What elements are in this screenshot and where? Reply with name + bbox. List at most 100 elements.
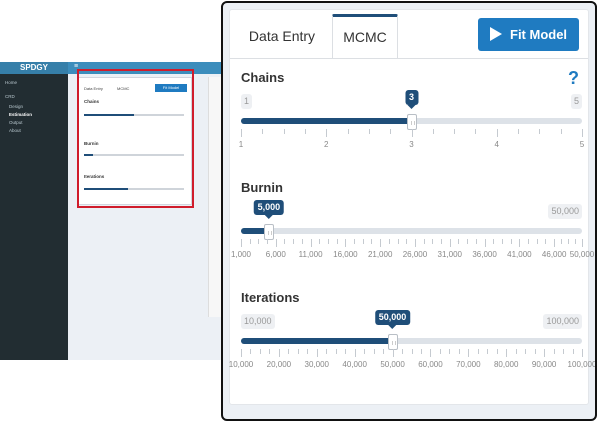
tab-mcmc[interactable]: MCMC (332, 14, 398, 58)
slider-tick (411, 129, 413, 137)
slider-tick (406, 239, 408, 244)
slider-ticks (241, 349, 583, 359)
slider-tick (582, 239, 583, 247)
slider-tick (554, 239, 556, 247)
thumb-sidebar-output[interactable]: Output (9, 120, 23, 125)
slider-min-label: 10,000 (241, 314, 275, 329)
chains-slider[interactable]: 1 5 3 1 2 3 4 5 (239, 90, 584, 184)
slider-track[interactable] (241, 228, 582, 234)
slider-tick (364, 349, 366, 354)
slider-tick-label: 10,000 (228, 360, 254, 369)
slider-tick (563, 349, 565, 354)
slider-tick (484, 239, 486, 247)
slider-tick (414, 239, 416, 247)
slider-tick (392, 349, 394, 357)
thumb-sidebar-estimation[interactable]: Estimation (9, 112, 32, 117)
slider-tick (326, 129, 328, 137)
slider-tick (493, 239, 495, 244)
zoomed-panel: Data Entry MCMC Fit Model Chains ? 1 5 3 1 2… (221, 1, 597, 421)
burnin-slider[interactable]: 50,000 5,000 1,000 6,000 11,000 16,000 21,000 2… (231, 200, 594, 294)
slider-tick (534, 349, 536, 354)
slider-tick-label: 50,000 (380, 360, 405, 369)
slider-tick-label: 80,000 (493, 360, 519, 369)
slider-tick (269, 349, 271, 354)
slider-tick (454, 129, 456, 134)
slider-tick (536, 239, 538, 244)
slider-tick (432, 239, 434, 244)
thumb-sidebar-crd[interactable]: CRD (5, 94, 15, 99)
slider-tick (368, 129, 370, 134)
slider-tick-label: 30,000 (304, 360, 329, 369)
slider-tick (307, 349, 309, 354)
slider-tick (383, 349, 385, 354)
slider-tick (258, 239, 260, 244)
slider-tick (553, 349, 555, 354)
slider-tick (278, 349, 280, 357)
slider-tick (432, 129, 434, 134)
thumb-right-panel (208, 77, 222, 317)
slider-tick-label: 21,000 (367, 250, 393, 259)
slider-tick (373, 349, 375, 354)
slider-tick-label: 2 (324, 140, 329, 149)
iterations-label: Iterations (241, 290, 300, 305)
thumb-sidebar: Home CRD Design Estimation Output About (0, 74, 68, 360)
play-icon (490, 27, 502, 41)
slider-handle[interactable] (263, 224, 274, 240)
slider-tick (336, 239, 338, 244)
slider-tick-label: 31,000 (437, 250, 462, 259)
slider-tick (411, 349, 413, 354)
slider-tick (496, 129, 498, 137)
slider-tick-label: 70,000 (456, 360, 481, 369)
thumb-sidebar-design[interactable]: Design (9, 104, 23, 109)
slider-tick (288, 349, 290, 354)
slider-tick (575, 239, 577, 244)
slider-tick (420, 349, 422, 354)
slider-tick (241, 239, 242, 247)
slider-tick (241, 129, 242, 137)
slider-tick (275, 239, 277, 247)
slider-value-bubble: 50,000 (374, 310, 411, 329)
slider-tick (262, 129, 264, 134)
slider-tick (283, 129, 285, 134)
slider-tick (475, 129, 477, 134)
fit-model-button[interactable]: Fit Model (478, 18, 579, 51)
slider-tick (390, 129, 392, 134)
slider-tick-label: 46,000 (541, 250, 567, 259)
slider-tick (423, 239, 425, 244)
slider-tick (326, 349, 328, 354)
slider-max-label: 50,000 (548, 204, 582, 219)
slider-tick (301, 239, 303, 244)
slider-tick (525, 349, 527, 354)
mcmc-card: Data Entry MCMC Fit Model Chains ? 1 5 3 1 2… (229, 9, 595, 405)
slider-handle[interactable] (406, 114, 417, 130)
slider-tick (515, 349, 517, 354)
slider-tick (458, 349, 460, 354)
tab-data-entry[interactable]: Data Entry (232, 14, 332, 58)
chains-label: Chains (241, 70, 285, 85)
slider-tick (241, 349, 242, 357)
slider-tick (402, 349, 404, 354)
slider-tick (439, 349, 441, 354)
slider-tick-label: 100,000 (567, 360, 597, 369)
help-icon[interactable]: ? (568, 68, 579, 89)
slider-tick (304, 129, 306, 134)
thumb-sidebar-about[interactable]: About (9, 128, 21, 133)
slider-ticks (241, 239, 583, 249)
slider-tick (371, 239, 373, 244)
slider-tick-label: 3 (409, 140, 414, 149)
slider-handle[interactable] (387, 334, 398, 350)
tab-divider (230, 58, 588, 59)
thumb-sidebar-home[interactable]: Home (5, 80, 17, 85)
slider-min-label: 1 (241, 94, 253, 109)
slider-tick (250, 349, 252, 354)
slider-tick-label: 41,000 (507, 250, 532, 259)
slider-tick (572, 349, 574, 354)
slider-tick-label: 50,000 (569, 250, 595, 259)
slider-tick-label: 11,000 (298, 250, 323, 259)
slider-tick (335, 349, 337, 354)
iterations-slider[interactable]: 10,000 100,000 50,000 10,000 20,000 30,000 40,… (229, 310, 595, 404)
slider-tick (467, 239, 469, 244)
slider-tick (430, 349, 432, 357)
slider-tick (345, 239, 347, 247)
slider-tick (441, 239, 443, 244)
